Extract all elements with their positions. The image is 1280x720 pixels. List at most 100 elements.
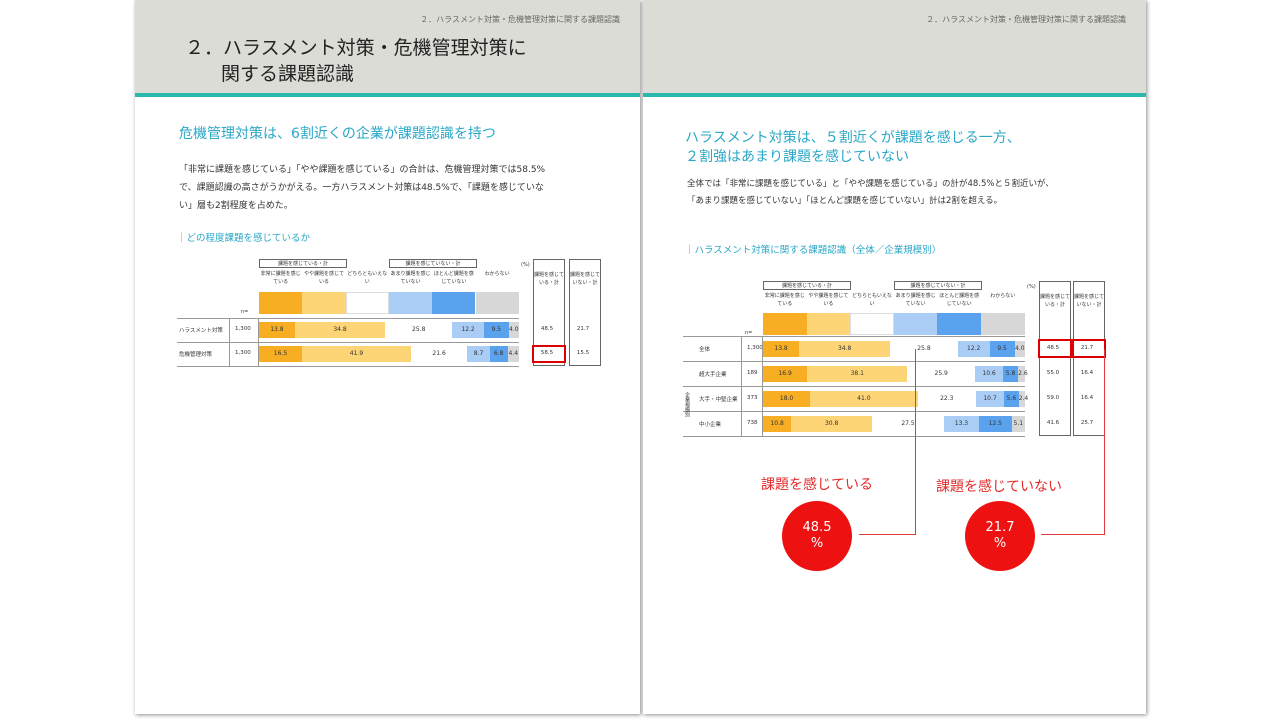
table-row-line <box>683 411 1025 412</box>
bar-segment: 21.6 <box>410 346 468 362</box>
bar-segment: 41.0 <box>810 390 918 407</box>
legend-swatch <box>806 313 851 335</box>
callout-not-unit: % <box>993 536 1007 551</box>
bar-segment: 5.1 <box>1011 415 1025 432</box>
callout-not-label: 課題を感じていない <box>936 479 1062 495</box>
legend-swatch <box>259 292 303 314</box>
bar-segment: 34.8 <box>294 322 386 338</box>
callout-not-connector-v <box>1104 349 1105 535</box>
bar-segment: 25.8 <box>890 340 958 357</box>
bar-divider <box>258 318 259 366</box>
row-n: 189 <box>747 369 758 376</box>
right-page: ２．ハラスメント対策・危機管理対策に関する課題認識 ハラスメント対策は、５割近く… <box>643 0 1146 714</box>
bar-segment: 18.0 <box>763 390 811 407</box>
bar-segment: 10.6 <box>975 365 1003 382</box>
column-label: あまり課題を感じていない <box>895 293 936 307</box>
bar-segment: 2.4 <box>1018 390 1028 407</box>
table-row-line <box>683 361 1025 362</box>
row-n: 1,300 <box>235 350 251 356</box>
column-label: 非常に課題を感じている <box>764 293 805 307</box>
bar-segment: 34.8 <box>799 340 891 357</box>
bar-segment: 4.0 <box>508 322 519 338</box>
row-label: 大手・中堅企業 <box>699 396 738 403</box>
column-label: 非常に課題を感じている <box>260 271 301 285</box>
left-stacked-bar-chart: 課題を感じている・計 課題を感じていない・計 (%) 非常に課題を感じている やや課題を… <box>135 0 640 714</box>
bar-segment: 38.1 <box>807 365 908 382</box>
callout-not-circle: 21.7 % <box>965 501 1035 571</box>
right-stacked-bar-chart: 課題を感じている・計 課題を感じていない・計 (%) 非常に課題を感じている やや課題を… <box>643 0 1146 714</box>
bar-divider <box>762 336 763 436</box>
bar-segment: 12.5 <box>978 415 1012 432</box>
bar-segment: 12.2 <box>957 340 990 357</box>
sum-column-not-label: 課題を感じていない・計 <box>569 272 600 286</box>
callout-have-value: 48.5 <box>802 520 832 535</box>
table-row-line <box>177 366 519 367</box>
legend-swatch <box>763 313 807 335</box>
bar-segment: 5.6 <box>1004 390 1019 407</box>
row-label: 超大手企業 <box>699 371 727 378</box>
group-header-not: 課題を感じていない・計 <box>894 281 982 290</box>
bar-segment: 6.8 <box>489 346 508 362</box>
bar-segment: 8.7 <box>467 346 490 362</box>
bar-segment: 27.5 <box>871 415 945 432</box>
bar-segment: 41.9 <box>301 346 411 362</box>
legend-swatch <box>850 313 894 335</box>
bar-segment: 13.8 <box>763 340 800 357</box>
callout-have-unit: % <box>810 536 824 551</box>
bar-segment: 16.9 <box>763 365 808 382</box>
bar-segment: 4.0 <box>1014 340 1025 357</box>
column-label: やや課題を感じている <box>808 293 849 307</box>
legend-swatch <box>345 292 389 314</box>
callout-not-connector-h <box>1041 534 1105 535</box>
table-row-line <box>683 386 1025 387</box>
row-n: 373 <box>747 394 758 401</box>
bar-segment: 22.3 <box>917 390 976 407</box>
bar-segment: 10.8 <box>763 415 792 432</box>
legend-swatch <box>432 292 476 314</box>
callout-have-label: 課題を感じている <box>761 477 873 493</box>
table-top-line <box>683 336 1025 337</box>
n-label: n= <box>241 309 249 315</box>
label-divider <box>741 336 742 436</box>
column-label: あまり課題を感じていない <box>390 271 431 285</box>
sum-column-not-label: 課題を感じていない・計 <box>1073 294 1104 308</box>
bar-segment: 4.4 <box>507 346 519 362</box>
column-label: どちらともいえない <box>347 271 388 285</box>
column-label: わからない <box>484 271 510 277</box>
legend-swatch <box>388 292 433 314</box>
callout-have-connector-h <box>859 534 916 535</box>
bar-segment: 30.8 <box>791 415 872 432</box>
row-label: 危機管理対策 <box>179 352 213 358</box>
side-group-label: 企業規模別 <box>684 392 690 417</box>
bar-segment: 2.6 <box>1018 365 1028 382</box>
bar-segment: 25.8 <box>385 322 453 338</box>
row-label: ハラスメント対策 <box>179 328 223 334</box>
legend-swatch <box>893 313 938 335</box>
column-label: やや課題を感じている <box>303 271 344 285</box>
bar-segment: 25.9 <box>907 365 976 382</box>
row-n: 738 <box>747 419 758 426</box>
column-label: ほとんど課題を感じていない <box>939 293 980 307</box>
bar-segment: 13.8 <box>259 322 295 338</box>
row-label: 中小企業 <box>699 421 722 428</box>
bar-segment: 13.3 <box>944 415 979 432</box>
sum-column-have-label: 課題を感じている・計 <box>1039 294 1070 308</box>
sum-column-have-label: 課題を感じている・計 <box>533 272 564 286</box>
callout-have-circle: 48.5 % <box>782 501 852 571</box>
bar-segment: 10.7 <box>976 390 1005 407</box>
table-row-line <box>683 436 1025 437</box>
highlight-box <box>532 345 566 363</box>
bar-segment: 9.5 <box>483 322 509 338</box>
label-divider <box>229 318 230 366</box>
highlight-box <box>1072 339 1106 358</box>
column-label: ほとんど課題を感じていない <box>433 271 474 285</box>
left-page: ２．ハラスメント対策・危機管理対策に関する課題認識 ２．ハラスメント対策・危機管… <box>135 0 640 714</box>
row-label: 全体 <box>699 346 711 353</box>
callout-not-value: 21.7 <box>985 520 1015 535</box>
legend-swatch <box>302 292 346 314</box>
bar-segment: 9.5 <box>989 340 1015 357</box>
percent-unit: (%) <box>521 262 530 268</box>
bar-segment: 12.2 <box>452 322 484 338</box>
group-header-have: 課題を感じている・計 <box>763 281 851 290</box>
highlight-box <box>1038 339 1072 358</box>
